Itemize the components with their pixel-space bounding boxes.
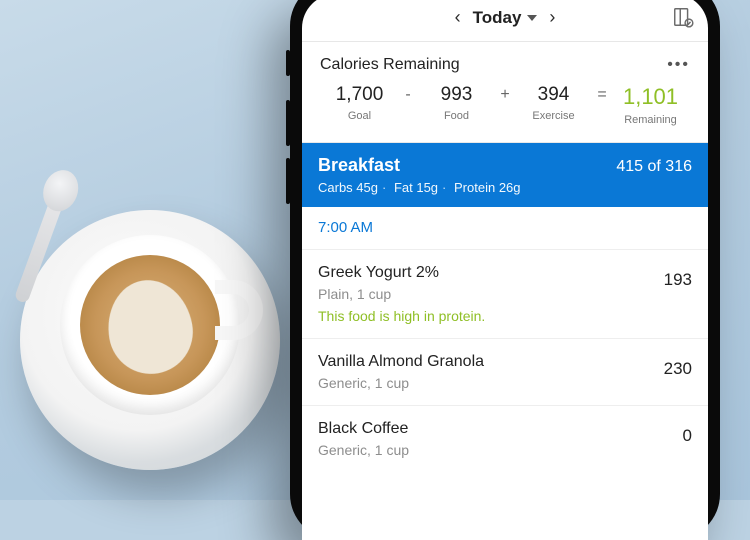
- more-options-button[interactable]: •••: [667, 56, 690, 74]
- calories-title: Calories Remaining: [320, 56, 460, 74]
- remaining-value: 1,101: [611, 84, 690, 110]
- food-calories: 0: [683, 420, 692, 446]
- food-description: Generic, 1 cup: [318, 442, 671, 458]
- calorie-equation: 1,700 Goal - 993 Food + 394 Exercise = 1…: [320, 84, 690, 126]
- macro-carbs: Carbs 45g: [318, 180, 378, 195]
- date-selector[interactable]: Today: [473, 8, 538, 28]
- food-label: Food: [417, 110, 496, 122]
- remaining-term: 1,101 Remaining: [611, 84, 690, 126]
- food-value: 993: [417, 84, 496, 106]
- meal-time-row[interactable]: 7:00 AM: [302, 207, 708, 250]
- food-calories: 193: [664, 264, 692, 290]
- food-text: Vanilla Almond Granola Generic, 1 cup: [318, 353, 664, 391]
- macro-fat: Fat 15g: [394, 180, 438, 195]
- food-calories: 230: [664, 353, 692, 379]
- exercise-value: 394: [514, 84, 593, 106]
- date-label: Today: [473, 8, 522, 28]
- prev-day-button[interactable]: ‹: [447, 7, 469, 28]
- minus-operator: -: [399, 84, 417, 104]
- food-name: Black Coffee: [318, 420, 671, 438]
- save-diary-icon[interactable]: [672, 6, 694, 33]
- goal-label: Goal: [320, 110, 399, 122]
- food-text: Greek Yogurt 2% Plain, 1 cup This food is …: [318, 264, 664, 324]
- remaining-label: Remaining: [611, 114, 690, 126]
- food-insight: This food is high in protein.: [318, 308, 652, 324]
- food-description: Plain, 1 cup: [318, 286, 652, 302]
- plus-operator: +: [496, 84, 514, 104]
- food-name: Greek Yogurt 2%: [318, 264, 652, 282]
- food-term: 993 Food: [417, 84, 496, 122]
- food-item[interactable]: Black Coffee Generic, 1 cup 0: [302, 406, 708, 472]
- food-item[interactable]: Greek Yogurt 2% Plain, 1 cup This food is …: [302, 250, 708, 339]
- calories-remaining-section: Calories Remaining ••• 1,700 Goal - 993 …: [302, 42, 708, 143]
- date-nav-bar: ‹ Today ›: [302, 0, 708, 42]
- meal-calorie-count: 415 of 316: [616, 158, 692, 176]
- meal-macros: Carbs 45g· Fat 15g· Protein 26g: [318, 180, 692, 195]
- food-list: Greek Yogurt 2% Plain, 1 cup This food is …: [302, 250, 708, 472]
- meal-header[interactable]: Breakfast 415 of 316 Carbs 45g· Fat 15g·…: [302, 143, 708, 207]
- exercise-label: Exercise: [514, 110, 593, 122]
- next-day-button[interactable]: ›: [541, 7, 563, 28]
- food-description: Generic, 1 cup: [318, 375, 652, 391]
- meal-time: 7:00 AM: [318, 219, 373, 236]
- food-item[interactable]: Vanilla Almond Granola Generic, 1 cup 230: [302, 339, 708, 406]
- macro-protein: Protein 26g: [454, 180, 521, 195]
- goal-value: 1,700: [320, 84, 399, 106]
- phone-side-button: [286, 50, 290, 76]
- goal-term: 1,700 Goal: [320, 84, 399, 122]
- equals-operator: =: [593, 84, 611, 104]
- exercise-term: 394 Exercise: [514, 84, 593, 122]
- meal-name: Breakfast: [318, 155, 400, 176]
- food-name: Vanilla Almond Granola: [318, 353, 652, 371]
- phone-frame: ‹ Today › Calories Remaining ••• 1,700: [290, 0, 720, 540]
- food-text: Black Coffee Generic, 1 cup: [318, 420, 683, 458]
- caret-down-icon: [527, 15, 537, 21]
- app-screen: ‹ Today › Calories Remaining ••• 1,700: [302, 0, 708, 540]
